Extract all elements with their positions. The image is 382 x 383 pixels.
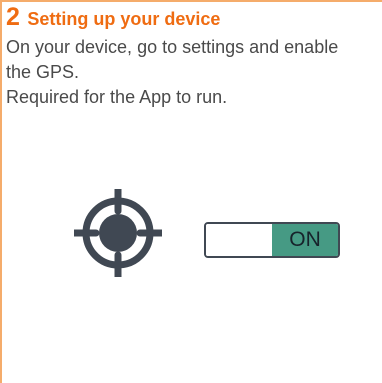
step-header: 2 Setting up your device (6, 4, 220, 34)
gps-crosshair-icon (70, 185, 166, 281)
instruction-line: On your device, go to settings and enabl… (6, 37, 339, 82)
toggle-on-label: ON (289, 228, 321, 251)
step-number: 2 (6, 3, 20, 31)
gps-toggle[interactable]: ON (204, 222, 340, 258)
instruction-text: On your device, go to settings and enabl… (6, 35, 366, 110)
toggle-on-segment[interactable]: ON (272, 224, 338, 256)
step-title: Setting up your device (27, 9, 221, 29)
instruction-card: 2 Setting up your device On your device,… (0, 0, 382, 383)
instruction-line: Required for the App to run. (6, 87, 228, 107)
gps-center-dot (99, 214, 137, 252)
gps-crosshair-graphic (70, 185, 166, 281)
toggle-off-segment[interactable] (206, 224, 274, 256)
